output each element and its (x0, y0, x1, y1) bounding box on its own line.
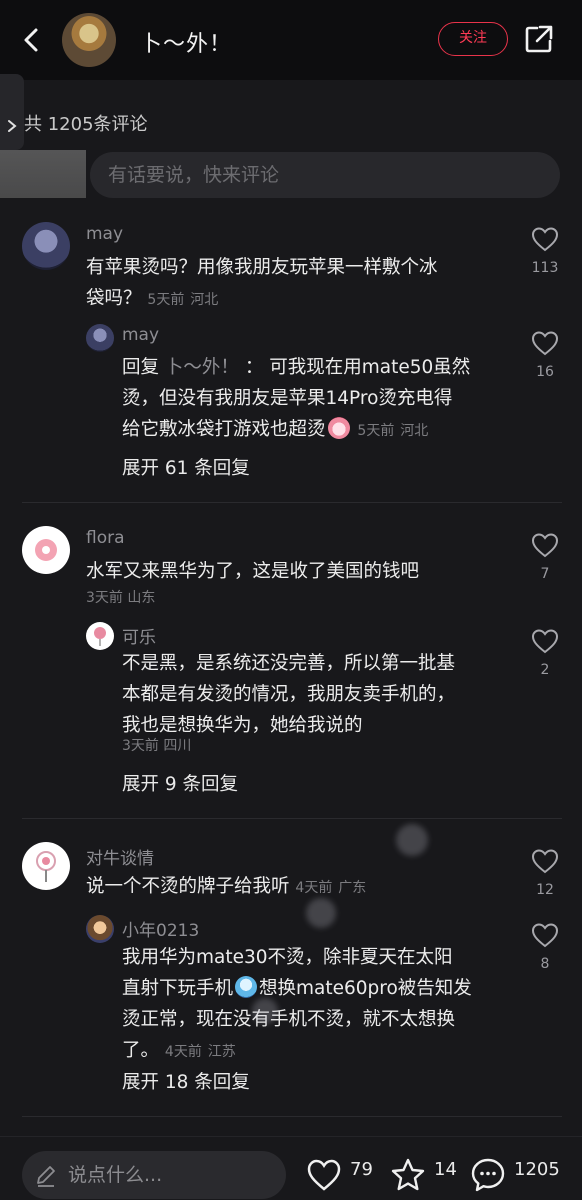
heart-icon[interactable] (531, 922, 559, 948)
comment-username[interactable]: 对牛谈情 (86, 844, 154, 869)
comment-text: 有苹果烫吗？用像我朋友玩苹果一样敷个冰 袋吗？ 5天前 河北 (86, 257, 438, 309)
like-button[interactable]: 8 (525, 922, 565, 972)
lollipop-icon (36, 851, 56, 882)
like-count: 16 (536, 364, 554, 380)
like-button[interactable]: 12 (525, 848, 565, 898)
comment-input[interactable]: 有话要说，快来评论 (90, 152, 560, 198)
divider (22, 502, 562, 503)
avatar[interactable] (22, 842, 70, 890)
comment-username[interactable]: flora (86, 528, 125, 548)
like-total: 79 (350, 1159, 373, 1180)
heart-icon[interactable] (531, 226, 559, 252)
like-button[interactable]: 2 (525, 628, 565, 678)
author-name[interactable]: 卜～外！ (140, 26, 232, 58)
side-drawer-tab[interactable] (0, 74, 24, 150)
reply-username[interactable]: 小年0213 (122, 916, 199, 941)
reply-meta: 3天前 四川 (122, 738, 192, 754)
like-count: 8 (540, 956, 550, 972)
expand-replies-button[interactable]: 展开 61 条回复 (122, 454, 250, 480)
avatar[interactable] (22, 222, 70, 270)
avatar[interactable] (86, 324, 114, 352)
expand-replies-button[interactable]: 展开 18 条回复 (122, 1068, 250, 1094)
like-button[interactable]: 7 (525, 532, 565, 582)
heart-icon[interactable] (531, 532, 559, 558)
back-arrow-icon[interactable] (14, 22, 50, 58)
reply-text: 不是黑，是系统还没完善，所以第一批基 本都是有发烫的情况，我朋友卖手机的， 我也… (122, 653, 456, 736)
light-spot (396, 824, 428, 856)
hot-face-emoji-icon (327, 417, 350, 439)
like-count: 113 (531, 260, 559, 276)
divider (22, 1116, 562, 1117)
author-avatar[interactable] (62, 13, 116, 67)
follow-button[interactable]: 关注 (438, 22, 508, 56)
heart-icon[interactable] (306, 1157, 342, 1193)
reply-text: 我用华为mate30不烫，除非夏天在太阳 直射下玩手机 想换mate60pro被告… (122, 947, 472, 1061)
blurred-region (0, 150, 86, 198)
lollipop-icon (94, 627, 106, 646)
divider (22, 818, 562, 819)
heart-icon[interactable] (531, 628, 559, 654)
light-spot (252, 998, 278, 1024)
comment-count: 共 1205条评论 (24, 114, 148, 135)
comment-username[interactable]: may (86, 224, 123, 244)
reply-text: 回复 卜～外！ ： 可我现在用mate50虽然 烫，但没有我朋友是苹果14Pro… (122, 357, 471, 440)
like-count: 2 (540, 662, 550, 678)
like-count: 7 (540, 566, 550, 582)
reply-username[interactable]: may (122, 325, 159, 345)
comment-meta: 3天前 山东 (86, 590, 156, 606)
donut-icon (35, 539, 57, 561)
avatar[interactable] (22, 526, 70, 574)
avatar[interactable] (86, 622, 114, 650)
expand-replies-button[interactable]: 展开 9 条回复 (122, 770, 238, 796)
like-count: 12 (536, 882, 554, 898)
chevron-right-icon[interactable] (6, 118, 18, 134)
cold-face-emoji-icon (235, 976, 258, 998)
comment-bubble-icon[interactable] (470, 1157, 506, 1193)
light-spot (306, 898, 336, 928)
favorite-total: 14 (434, 1159, 457, 1180)
bottom-bar: 说点什么... 79 14 1205 (0, 1136, 582, 1200)
heart-icon[interactable] (531, 848, 559, 874)
heart-icon[interactable] (531, 330, 559, 356)
star-icon[interactable] (390, 1157, 426, 1193)
like-button[interactable]: 16 (525, 330, 565, 380)
top-bar: 卜～外！ 关注 (0, 0, 582, 80)
like-button[interactable]: 113 (525, 226, 565, 276)
comment-text: 水军又来黑华为了，这是收了美国的钱吧 (86, 561, 420, 582)
bottom-comment-input[interactable]: 说点什么... (22, 1151, 286, 1199)
avatar[interactable] (86, 915, 114, 943)
comment-total: 1205 (514, 1159, 560, 1180)
share-icon[interactable] (522, 22, 556, 56)
reply-username[interactable]: 可乐 (122, 623, 156, 648)
pencil-icon (37, 1166, 55, 1187)
